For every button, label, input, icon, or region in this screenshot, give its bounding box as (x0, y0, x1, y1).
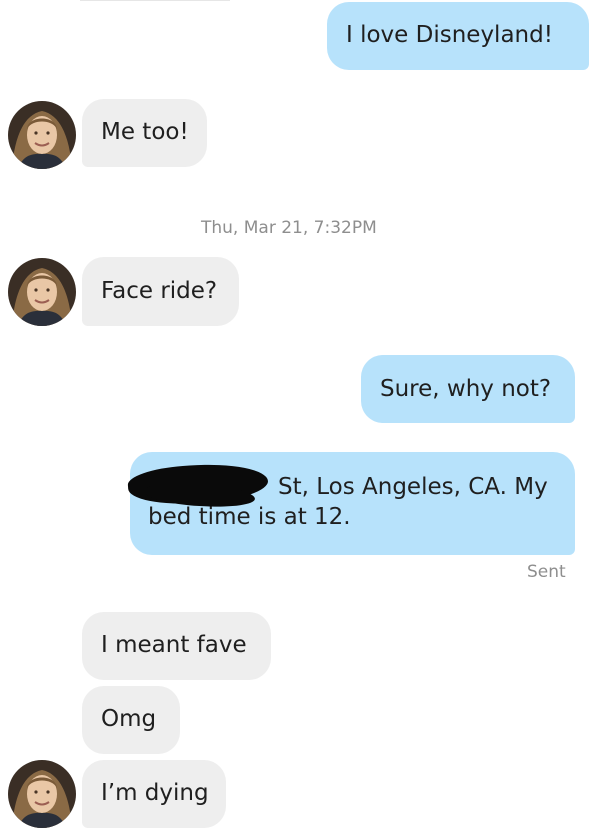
match-avatar[interactable] (8, 760, 76, 828)
message-text: Face ride? (101, 278, 218, 304)
message-bubble-incoming[interactable]: Omg (82, 686, 180, 754)
message-text: I love Disneyland! (346, 22, 553, 48)
message-text: Omg (101, 706, 157, 732)
timestamp: Thu, Mar 21, 7:32PM (201, 218, 377, 238)
profile-photo-icon (8, 101, 76, 169)
profile-photo-icon (8, 258, 76, 326)
message-text: Me too! (101, 119, 189, 145)
profile-photo-icon (8, 760, 76, 828)
match-avatar[interactable] (8, 101, 76, 169)
message-bubble-incoming[interactable]: Face ride? (82, 257, 239, 326)
message-text: I’m dying (101, 780, 209, 806)
message-bubble-outgoing[interactable]: Sure, why not? (361, 355, 575, 423)
message-text: I meant fave (101, 632, 247, 658)
match-avatar[interactable] (8, 258, 76, 326)
top-divider (80, 0, 230, 1)
message-text: Sure, why not? (380, 376, 552, 402)
message-bubble-incoming[interactable]: Me too! (82, 99, 207, 167)
message-bubble-incoming[interactable]: I meant fave (82, 612, 271, 680)
sent-status: Sent (527, 562, 566, 582)
message-bubble-outgoing[interactable]: I love Disneyland! (327, 2, 589, 70)
message-bubble-incoming[interactable]: I’m dying (82, 760, 226, 828)
